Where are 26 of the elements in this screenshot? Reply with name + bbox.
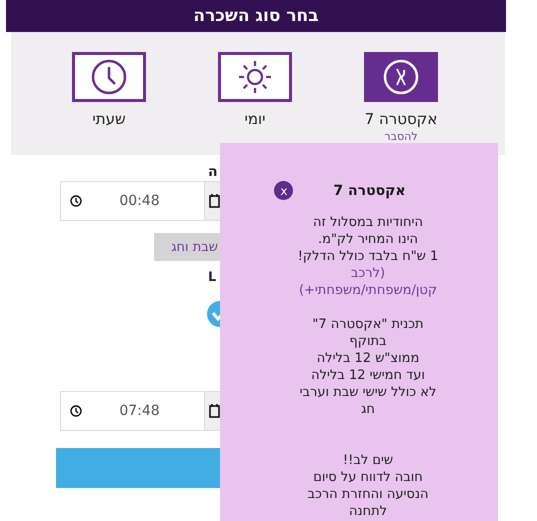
explanation-link[interactable]: להסבר bbox=[384, 130, 418, 144]
option-label: יומי bbox=[244, 110, 266, 128]
sun-icon bbox=[237, 59, 273, 95]
close-button[interactable]: x bbox=[274, 181, 294, 200]
rental-option-button[interactable] bbox=[364, 52, 438, 102]
popup-title: אקסטרה 7 bbox=[333, 182, 406, 198]
calendar-icon bbox=[209, 194, 220, 208]
page-title: בחר סוג השכרה bbox=[193, 8, 319, 24]
time-field[interactable]: 07:48 bbox=[60, 391, 205, 431]
rental-option-button[interactable] bbox=[218, 52, 292, 102]
clock-icon bbox=[70, 195, 82, 207]
calendar-icon bbox=[209, 404, 220, 418]
info-text: תכנית "אקסטרה 7" בתוקף ממוצ"ש 12 בלילה ועד חמישי 12 בלילה לא כולל שישי שבת וערבי חג bbox=[298, 316, 438, 418]
option-label: שעתי bbox=[92, 110, 126, 128]
clock-icon bbox=[91, 59, 127, 95]
time-field[interactable]: 00:48 bbox=[60, 181, 205, 221]
status-text: L bbox=[208, 269, 218, 287]
info-text: שים לב!! חובה לדווח על סיום הנסיעה והחזרת הרכב לתחנה bbox=[306, 452, 430, 520]
option-label: אקסטרה 7 bbox=[364, 110, 438, 128]
holiday-button[interactable]: שבת וחג bbox=[154, 233, 220, 261]
info-text: היחודיות במסלול זה הינו המחיר לק"מ. 1 ש"ח בלבד כולל הדלק! bbox=[296, 214, 440, 265]
letter-circle-icon bbox=[383, 59, 419, 95]
note-text: (לרכב קטן/משפחתי/משפחתי+) bbox=[298, 265, 438, 299]
field-label: ה bbox=[208, 163, 219, 181]
rental-option-button[interactable] bbox=[72, 52, 146, 102]
clock-icon bbox=[70, 405, 82, 417]
